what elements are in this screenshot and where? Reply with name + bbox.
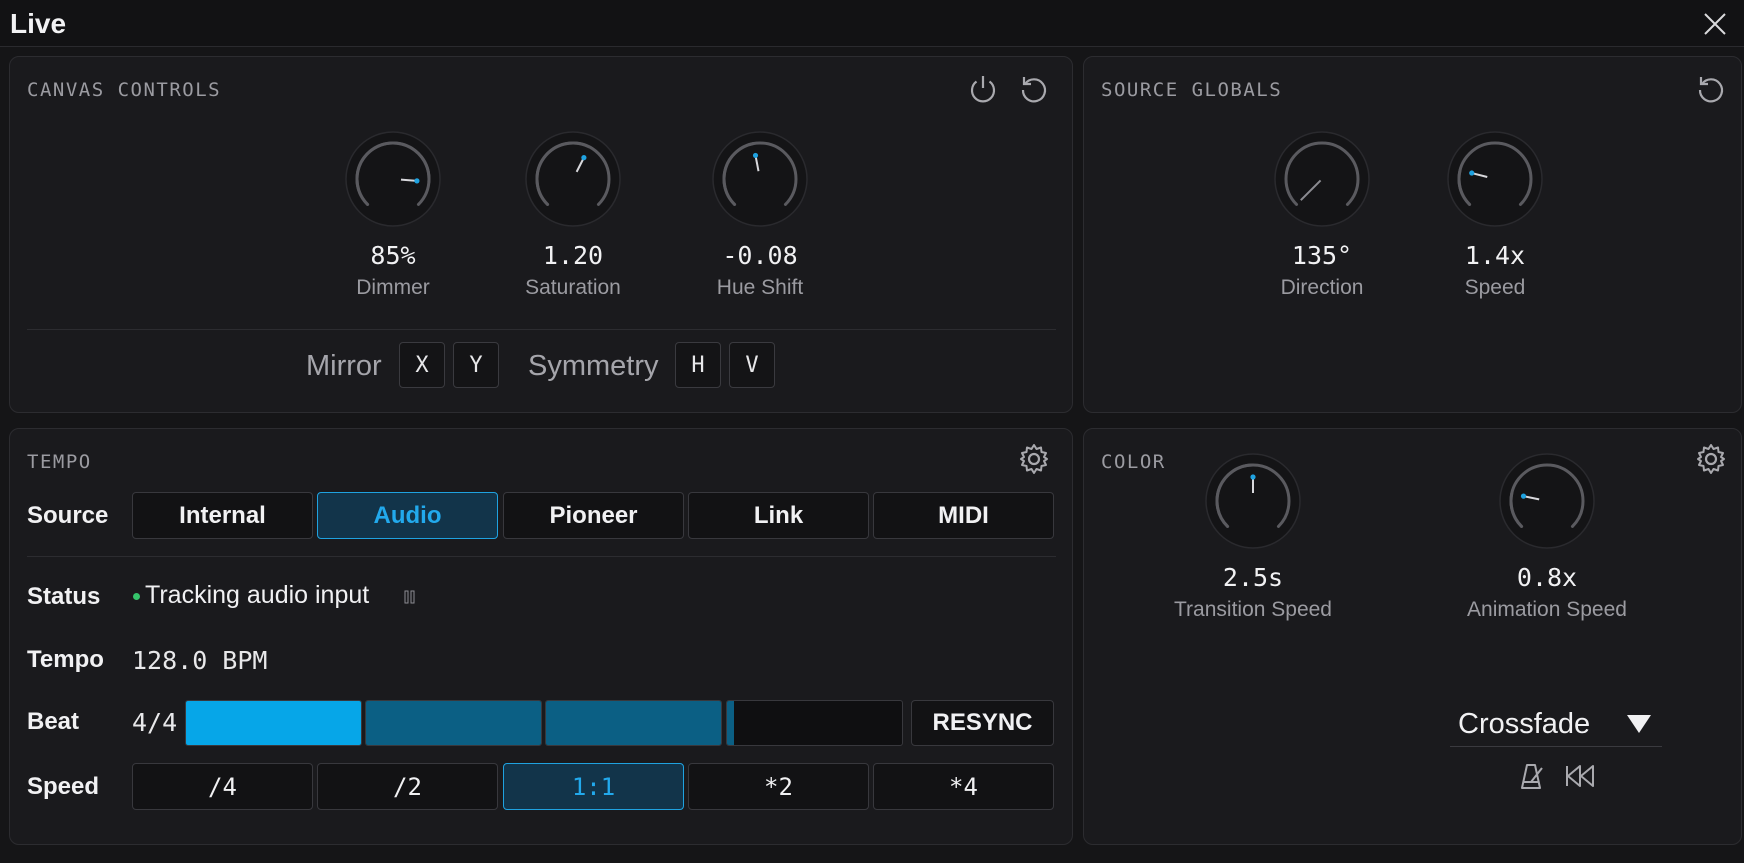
canvas-controls-panel: CANVAS CONTROLS 85% Dimmer 1.20 Saturati… (9, 56, 1073, 413)
saturation-knob[interactable]: 1.20 Saturation (493, 129, 653, 300)
gear-icon[interactable] (1016, 441, 1052, 477)
beat-cell (185, 700, 362, 746)
mirror-label: Mirror (306, 350, 382, 382)
audio-level-icon (403, 589, 417, 610)
speed-double-button[interactable]: *2 (688, 763, 869, 810)
mirror-x-toggle[interactable]: X (399, 342, 445, 388)
beat-cell (726, 700, 903, 746)
metronome-icon[interactable] (1513, 758, 1549, 794)
dropdown-value: Crossfade (1458, 708, 1591, 740)
speed-quadruple-button[interactable]: *4 (873, 763, 1054, 810)
knob-indicator (752, 152, 759, 159)
beat-fill (186, 701, 361, 745)
beat-cell (365, 700, 542, 746)
hue-shift-knob[interactable]: -0.08 Hue Shift (680, 129, 840, 300)
knob-value: 85% (370, 241, 416, 270)
source-link-button[interactable]: Link (688, 492, 869, 539)
knob-indicator (1520, 493, 1527, 499)
knob-label: Speed (1464, 276, 1526, 299)
time-signature: 4/4 (132, 708, 178, 737)
reset-icon[interactable] (1016, 71, 1052, 107)
knob-label: Hue Shift (716, 276, 804, 299)
tempo-label: Tempo (27, 646, 104, 673)
knob-indicator (1250, 474, 1256, 480)
symmetry-h-toggle[interactable]: H (675, 342, 721, 388)
knob-label: Direction (1280, 276, 1364, 299)
reset-icon[interactable] (1693, 71, 1729, 107)
transition-mode-dropdown[interactable]: Crossfade (1450, 702, 1662, 747)
knob-value: 0.8x (1516, 563, 1578, 592)
panel-title: CANVAS CONTROLS (27, 79, 222, 101)
knob-indicator (414, 178, 420, 184)
panel-title: SOURCE GLOBALS (1101, 79, 1283, 101)
animation-speed-knob[interactable]: 0.8x Animation Speed (1456, 451, 1638, 622)
knob-body (1274, 131, 1370, 227)
title-bar: Live (0, 0, 1744, 47)
source-label: Source (27, 502, 109, 529)
panel-title: COLOR (1101, 451, 1166, 473)
status-dot (133, 593, 140, 600)
symmetry-label: Symmetry (528, 350, 659, 382)
knob-indicator (581, 155, 587, 161)
knob-indicator (1469, 170, 1475, 176)
close-icon[interactable] (1700, 9, 1730, 39)
speed-knob[interactable]: 1.4x Speed (1415, 129, 1575, 300)
divider (27, 329, 1056, 330)
color-panel: COLOR 2.5s Transition Speed 0.8x Animati… (1083, 428, 1742, 845)
knob-value: 1.4x (1464, 241, 1526, 270)
status-text: Tracking audio input (145, 581, 370, 609)
tempo-value: 128.0 BPM (132, 646, 268, 675)
mirror-y-toggle[interactable]: Y (453, 342, 499, 388)
beat-label: Beat (27, 708, 80, 735)
speed-half-button[interactable]: /2 (317, 763, 498, 810)
knob-label: Transition Speed (1174, 598, 1332, 621)
beat-cell (545, 700, 722, 746)
source-pioneer-button[interactable]: Pioneer (503, 492, 684, 539)
resync-button[interactable]: RESYNC (911, 700, 1054, 746)
dimmer-knob[interactable]: 85% Dimmer (313, 129, 473, 300)
knob-body (712, 131, 808, 227)
beat-fill (546, 701, 721, 745)
panel-title: TEMPO (27, 451, 92, 473)
source-midi-button[interactable]: MIDI (873, 492, 1054, 539)
transition-speed-knob[interactable]: 2.5s Transition Speed (1162, 451, 1344, 622)
knob-body (1205, 453, 1301, 549)
knob-label: Saturation (525, 276, 621, 299)
beat-fill (727, 701, 734, 745)
window-title: Live (10, 8, 67, 39)
knob-body (525, 131, 621, 227)
symmetry-v-toggle[interactable]: V (729, 342, 775, 388)
knob-body (1499, 453, 1595, 549)
beat-fill (366, 701, 541, 745)
knob-label: Dimmer (356, 276, 430, 299)
rewind-icon[interactable] (1562, 758, 1598, 794)
knob-label: Animation Speed (1467, 598, 1627, 621)
power-icon[interactable] (965, 71, 1001, 107)
speed-label: Speed (27, 773, 100, 800)
direction-knob[interactable]: 135° Direction (1242, 129, 1402, 300)
source-internal-button[interactable]: Internal (132, 492, 313, 539)
knob-body (345, 131, 441, 227)
knob-value: 1.20 (542, 241, 604, 270)
knob-value: -0.08 (722, 241, 798, 270)
gear-icon[interactable] (1693, 441, 1729, 477)
source-audio-button[interactable]: Audio (317, 492, 498, 539)
triangle-down-icon (1626, 714, 1652, 739)
speed-quarter-button[interactable]: /4 (132, 763, 313, 810)
divider (27, 556, 1056, 557)
knob-body (1447, 131, 1543, 227)
knob-value: 2.5s (1222, 563, 1284, 592)
source-globals-panel: SOURCE GLOBALS 135° Direction 1.4x Speed (1083, 56, 1742, 413)
status-label: Status (27, 583, 101, 610)
speed-normal-button[interactable]: 1:1 (503, 763, 684, 810)
knob-value: 135° (1291, 241, 1353, 270)
